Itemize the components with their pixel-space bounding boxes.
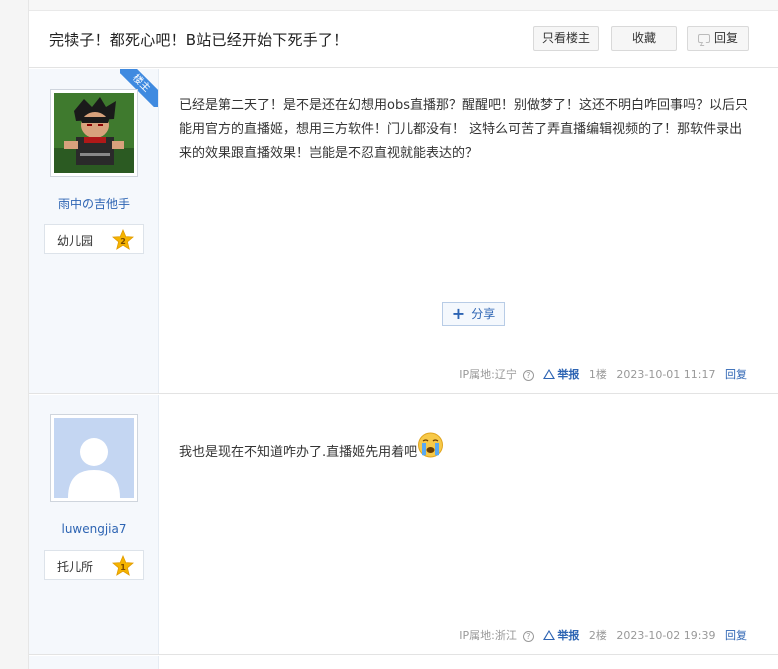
post-meta: IP属地:浙江? 举报 2楼 2023-10-02 19:39 回复 xyxy=(459,627,747,643)
post-time: 2023-10-02 19:39 xyxy=(616,629,716,642)
report-link[interactable]: 举报 xyxy=(543,629,579,642)
author-column: 楼主 雨中の吉他手 幼儿园 2 xyxy=(29,69,159,393)
star-icon: 2 xyxy=(112,229,134,250)
question-icon[interactable]: ? xyxy=(522,370,534,381)
reply-link[interactable]: 回复 xyxy=(725,629,747,642)
thread-header: 完犊子！都死心吧！B站已经开始下死手了！ 只看楼主 收藏 回复 xyxy=(29,11,778,68)
level-number: 2 xyxy=(120,237,126,246)
thread-title: 完犊子！都死心吧！B站已经开始下死手了！ xyxy=(49,31,349,49)
author-name[interactable]: 雨中の吉他手 xyxy=(29,195,159,212)
avatar-image xyxy=(54,93,134,173)
level-number: 1 xyxy=(120,563,126,572)
reply-button[interactable]: 回复 xyxy=(687,26,749,51)
favorite-button[interactable]: 收藏 xyxy=(611,26,677,51)
post-text: 我也是现在不知道咋办了.直播姬先用着吧 xyxy=(179,445,418,460)
ip-location: IP属地:辽宁 xyxy=(459,368,517,381)
report-label: 举报 xyxy=(557,629,580,642)
author-column: luwengjia7 托儿所 1 xyxy=(29,395,159,654)
only-op-button[interactable]: 只看楼主 xyxy=(533,26,599,51)
reply-icon xyxy=(697,34,710,43)
share-button[interactable]: + 分享 xyxy=(442,302,505,326)
post-content: 已经是第二天了！是不是还在幻想用obs直播那？醒醒吧！别做梦了！这还不明白咋回事… xyxy=(179,98,748,161)
question-icon[interactable]: ? xyxy=(522,631,534,642)
level-name: 托儿所 xyxy=(57,560,94,574)
top-strip xyxy=(29,0,778,11)
left-gutter xyxy=(0,0,28,669)
warning-icon xyxy=(543,369,556,379)
avatar[interactable] xyxy=(50,414,138,502)
ip-location: IP属地:浙江 xyxy=(459,629,517,642)
default-avatar-image xyxy=(54,418,134,498)
warning-icon xyxy=(543,630,556,640)
thread-frame: 完犊子！都死心吧！B站已经开始下死手了！ 只看楼主 收藏 回复 楼主 雨中の吉他… xyxy=(28,0,778,669)
post-meta: IP属地:辽宁? 举报 1楼 2023-10-01 11:17 回复 xyxy=(459,366,747,382)
level-badge[interactable]: 幼儿园 2 xyxy=(44,224,144,254)
report-label: 举报 xyxy=(557,368,580,381)
post-floor-2: luwengjia7 托儿所 1 我也是现在不知道咋办了.直播姬先用着吧 IP属… xyxy=(29,395,778,655)
author-column xyxy=(29,656,159,669)
reply-link[interactable]: 回复 xyxy=(725,368,747,381)
floor-number: 1楼 xyxy=(588,368,607,381)
share-label: 分享 xyxy=(471,307,496,321)
report-link[interactable]: 举报 xyxy=(543,368,579,381)
crying-emoji xyxy=(418,432,444,458)
author-name[interactable]: luwengjia7 xyxy=(29,522,159,536)
floor-number: 2楼 xyxy=(588,629,607,642)
level-name: 幼儿园 xyxy=(57,234,94,248)
level-badge[interactable]: 托儿所 1 xyxy=(44,550,144,580)
post-time: 2023-10-01 11:17 xyxy=(616,368,716,381)
avatar[interactable] xyxy=(50,89,138,177)
reply-button-label: 回复 xyxy=(713,31,738,45)
post-content: 我也是现在不知道咋办了.直播姬先用着吧 xyxy=(179,431,754,465)
post-floor-1: 楼主 雨中の吉他手 幼儿园 2 已经是第二天了！是不是还在幻想用obs直播那？醒… xyxy=(29,69,778,394)
plus-icon: + xyxy=(451,304,466,323)
star-icon: 1 xyxy=(112,555,134,576)
next-post-edge xyxy=(29,656,778,669)
